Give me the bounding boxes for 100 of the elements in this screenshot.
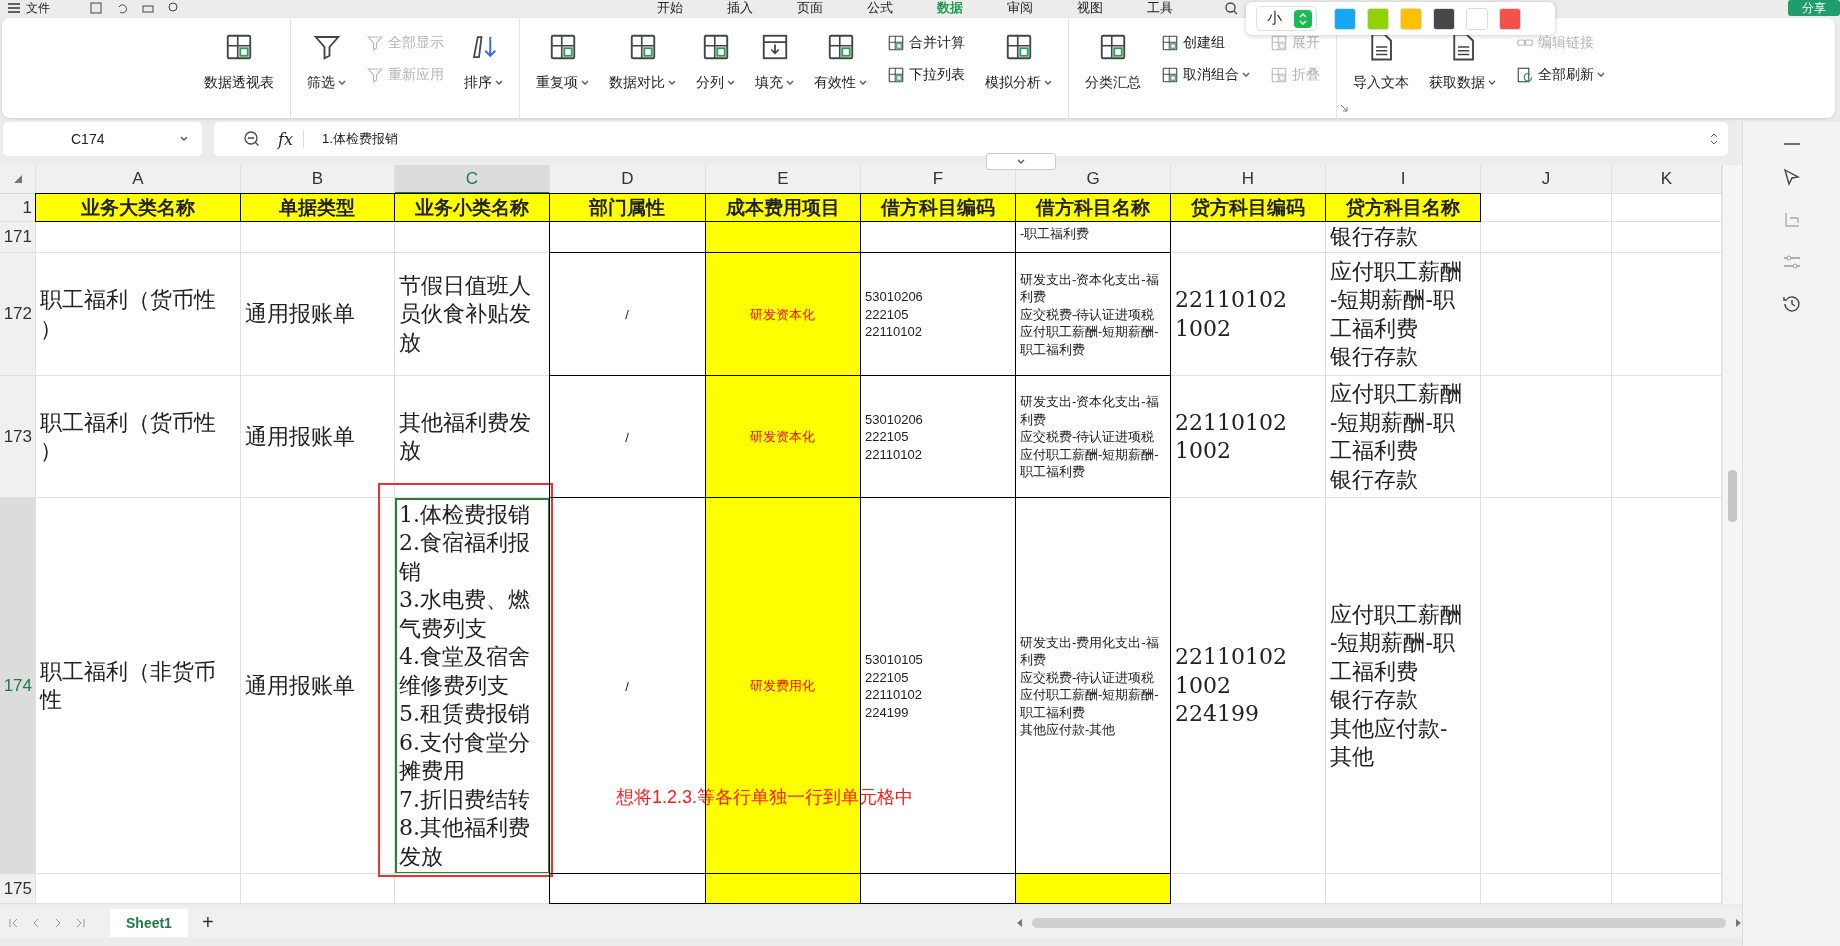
row-header[interactable]: 172 [0,253,36,376]
color-swatch[interactable] [1334,7,1356,30]
column-header[interactable]: B [241,165,395,194]
table-cell[interactable]: 节假日值班人员伙食补贴发放 [395,253,550,376]
ribbon-button[interactable]: 数据对比 [607,28,678,96]
add-sheet-button[interactable]: + [197,911,218,934]
table-cell[interactable]: 成本费用项目 [706,194,861,222]
ribbon-button[interactable]: 合并计算 [885,32,967,54]
color-swatch[interactable] [1466,7,1488,30]
table-cell[interactable]: 通用报账单 [241,253,395,376]
size-select[interactable]: 小 [1256,6,1317,31]
history-icon[interactable] [1781,294,1802,314]
last-sheet-icon[interactable] [74,916,86,929]
horizontal-scrollbar[interactable] [1016,917,1742,928]
row-header[interactable]: 171 [0,222,36,253]
ribbon-button[interactable]: 重复项 [534,28,591,96]
table-cell[interactable]: 研发资本化 [750,305,815,324]
table-cell[interactable]: 职工福利（货币性） [36,376,241,498]
column-header[interactable]: K [1612,165,1722,194]
table-cell[interactable]: 其他福利费发放 [395,376,550,498]
table-cell[interactable]: / [625,678,629,694]
function-label[interactable]: fx [278,129,304,149]
table-cell[interactable]: -职工福利费 [1016,222,1171,253]
sliders-icon[interactable] [1781,252,1802,272]
table-cell[interactable]: 贷方科目编码 [1171,194,1326,222]
vertical-scrollbar[interactable] [1722,165,1742,904]
column-header[interactable]: I [1326,165,1481,194]
scroll-left-icon[interactable] [1016,917,1024,928]
first-sheet-icon[interactable] [8,916,20,929]
row-header[interactable]: 175 [0,874,36,904]
launcher-icon[interactable] [1340,104,1348,112]
table-cell[interactable]: 业务小类名称 [395,194,550,222]
ribbon-button[interactable]: 有效性 [812,28,869,96]
column-header[interactable]: E [706,165,861,194]
table-cell[interactable]: 职工福利（非货币性 [36,498,241,874]
table-cell[interactable]: 通用报账单 [241,376,395,498]
table-cell[interactable]: 贷方科目名称 [1326,194,1481,222]
row-header[interactable]: 174 [0,498,36,874]
ribbon-button[interactable]: 全部刷新 [1514,64,1607,86]
highlighted-cell[interactable] [1016,874,1171,904]
ribbon-button[interactable]: 取消组合 [1159,64,1252,86]
table-cell[interactable]: 职工福利（货币性） [36,253,241,376]
color-swatch[interactable] [1499,7,1521,30]
column-header[interactable]: J [1481,165,1612,194]
ribbon-button[interactable]: 分列 [694,28,737,96]
highlighted-cell[interactable] [706,874,861,904]
table-cell[interactable]: 单据类型 [241,194,395,222]
sheet-tab[interactable]: Sheet1 [110,908,188,937]
printer-icon[interactable] [142,2,154,14]
scroll-arrows-icon[interactable] [1710,131,1718,147]
color-swatch[interactable] [1367,7,1389,30]
table-cell[interactable]: 研发费用化 [750,677,815,695]
zoom-icon[interactable] [244,131,260,147]
ribbon-button[interactable]: 下拉列表 [885,64,967,86]
table-cell[interactable]: 研发资本化 [750,428,815,446]
undo-icon[interactable] [116,2,128,14]
menu-tab[interactable]: 插入 [705,1,775,15]
table-cell[interactable]: 通用报账单 [241,498,395,874]
ribbon-button[interactable]: 创建组 [1159,32,1252,54]
ribbon-button[interactable]: 填充 [753,28,796,96]
column-header[interactable]: D [550,165,706,194]
table-cell[interactable]: 银行存款 [1326,222,1481,253]
ribbon-button[interactable]: 筛选 [305,28,348,96]
save-icon[interactable] [90,2,102,14]
row-header[interactable]: 1 [0,194,36,222]
menu-tab[interactable]: 工具 [1125,1,1195,15]
cell-line: 22110102 [865,686,922,704]
table-cell[interactable]: 业务大类名称 [36,194,241,222]
search-icon[interactable] [1225,1,1238,15]
menu-tab[interactable]: 公式 [845,1,915,15]
ribbon-button[interactable]: 分类汇总 [1083,28,1143,96]
name-box[interactable]: C174 [3,122,202,156]
menu-tab[interactable]: 页面 [775,1,845,15]
table-cell[interactable]: / [625,429,629,445]
table-cell[interactable]: 借方科目名称 [1016,194,1171,222]
ribbon-button[interactable]: 获取数据 [1427,28,1498,96]
preview-icon[interactable] [168,2,180,14]
ribbon-button[interactable]: 排序 [462,28,505,96]
ribbon-button[interactable]: 数据透视表 [202,28,276,96]
minimize-icon[interactable] [1783,142,1800,146]
table-cell[interactable]: 部门属性 [550,194,706,222]
row-header[interactable]: 173 [0,376,36,498]
menu-tab[interactable]: 视图 [1055,1,1125,15]
ribbon-button[interactable]: 模拟分析 [983,28,1054,96]
column-header[interactable]: C [395,165,550,194]
menu-tab[interactable]: 开始 [635,1,705,15]
column-header[interactable]: H [1171,165,1326,194]
highlighted-cell[interactable] [706,222,861,253]
column-header[interactable]: A [36,165,241,194]
formula-bar[interactable]: fx 1.体检费报销 [214,122,1728,156]
cursor-icon[interactable] [1781,168,1802,188]
ribbon-button[interactable]: 导入文本 [1351,28,1411,96]
color-swatch[interactable] [1400,7,1422,30]
select-all-icon[interactable] [12,174,23,184]
table-cell[interactable]: / [625,307,629,322]
menu-tab[interactable]: 审阅 [985,1,1055,15]
color-swatch[interactable] [1433,7,1455,30]
file-menu[interactable]: 文件 [26,1,50,15]
menu-icon[interactable] [8,3,20,13]
table-cell[interactable]: 借方科目编码 [861,194,1016,222]
